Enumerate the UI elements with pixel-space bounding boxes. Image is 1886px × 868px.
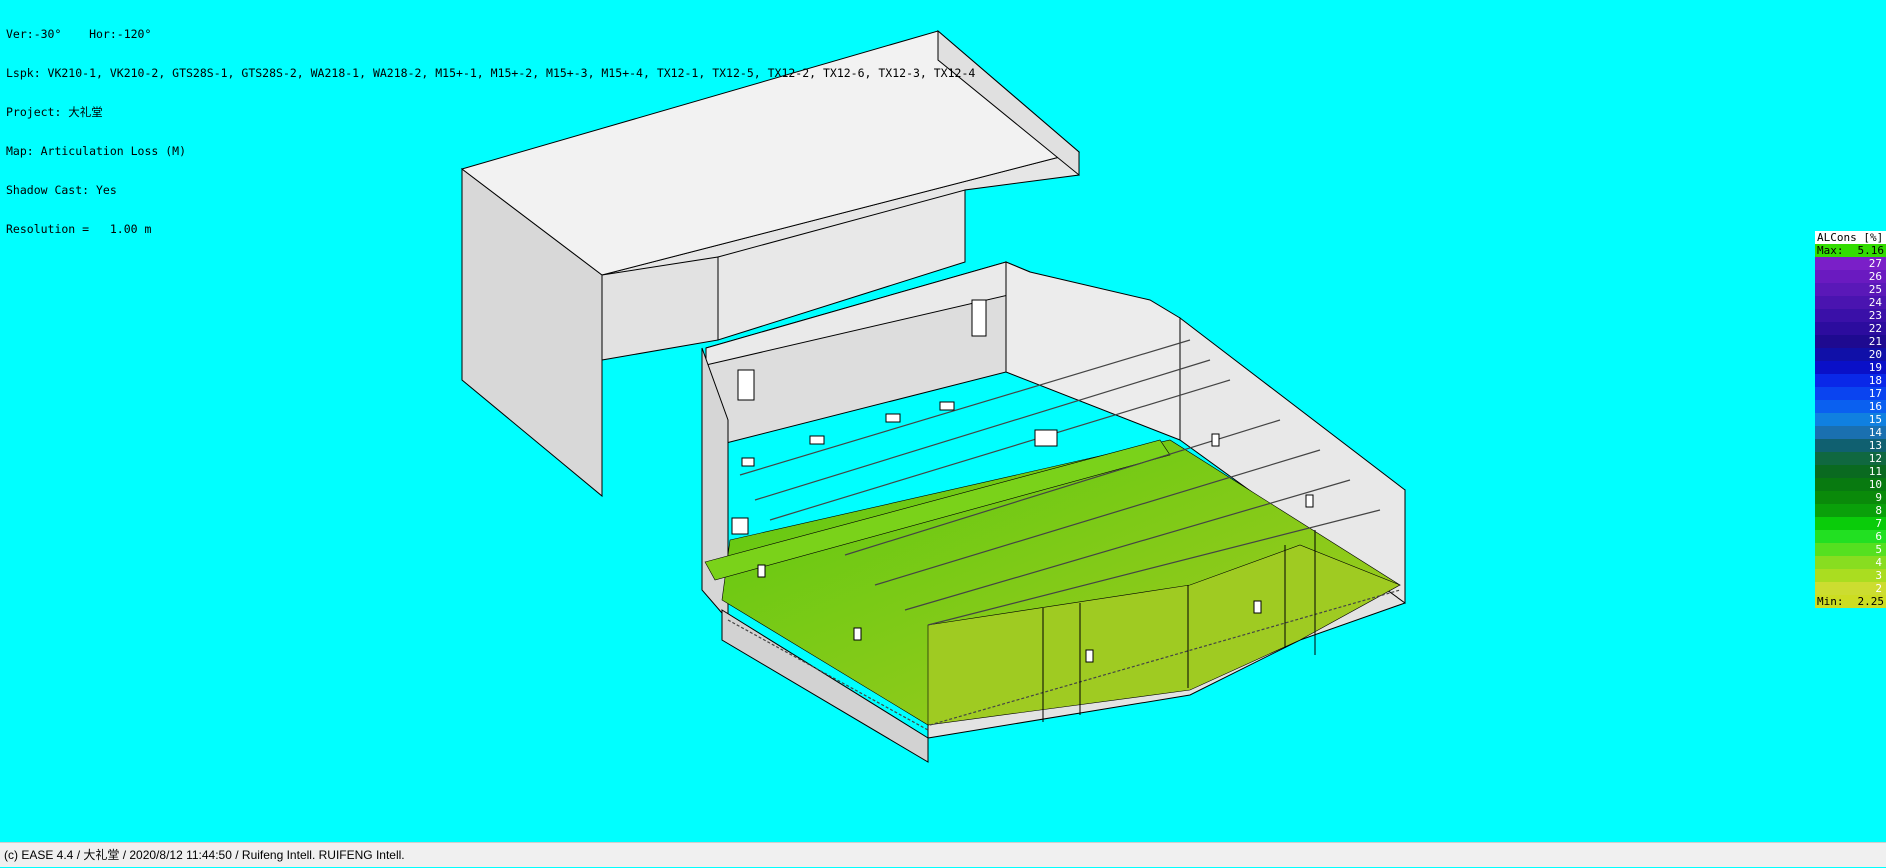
legend-scale-row: 12 xyxy=(1815,452,1886,465)
legend-scale-row: 19 xyxy=(1815,361,1886,374)
legend-scale-row: 13 xyxy=(1815,439,1886,452)
legend-scale-row: 25 xyxy=(1815,283,1886,296)
legend-scale-row: 17 xyxy=(1815,387,1886,400)
loudspeaker-icon[interactable] xyxy=(731,517,749,535)
loudspeaker-icon[interactable] xyxy=(1211,433,1220,447)
status-text: (c) EASE 4.4 / 大礼堂 / 2020/8/12 11:44:50 … xyxy=(4,848,405,862)
legend-scale-row: 11 xyxy=(1815,465,1886,478)
loudspeaker-icon[interactable] xyxy=(939,401,955,411)
loudspeaker-icon[interactable] xyxy=(1034,429,1058,447)
legend-max-label: Max: xyxy=(1817,244,1844,257)
legend-scale: 27 26 25 24 23 22 21 20 19 18 17 16 15 14 13 12 11 10 9 8 7 6… xyxy=(1815,257,1886,595)
resolution: Resolution = 1.00 m xyxy=(6,222,152,236)
map-type: Map: Articulation Loss (M) xyxy=(6,144,187,158)
legend-scale-row: 22 xyxy=(1815,322,1886,335)
legend-scale-row: 6 xyxy=(1815,530,1886,543)
loudspeaker-icon[interactable] xyxy=(741,457,755,467)
loudspeaker-icon[interactable] xyxy=(737,369,755,401)
loudspeaker-icon[interactable] xyxy=(1253,600,1262,614)
loudspeaker-icon[interactable] xyxy=(885,413,901,423)
legend-scale-row: 3 xyxy=(1815,569,1886,582)
legend-scale-row: 4 xyxy=(1815,556,1886,569)
color-scale-legend: ALCons [%] Max: 5.16 27 26 25 24 23 22 21 20 19 1… xyxy=(1815,231,1886,608)
view-angles: Ver:-30° Hor:-120° xyxy=(6,27,152,41)
loudspeaker-list: Lspk: VK210-1, VK210-2, GTS28S-1, GTS28S… xyxy=(6,66,976,80)
project-name: Project: 大礼堂 xyxy=(6,105,103,119)
legend-min-value: 2.25 xyxy=(1857,595,1885,608)
legend-scale-row: 5 xyxy=(1815,543,1886,556)
legend-scale-row: 24 xyxy=(1815,296,1886,309)
legend-scale-row: 7 xyxy=(1815,517,1886,530)
legend-title: ALCons [%] xyxy=(1815,231,1886,244)
legend-scale-row: 15 xyxy=(1815,413,1886,426)
legend-scale-row: 9 xyxy=(1815,491,1886,504)
loudspeaker-icon[interactable] xyxy=(853,627,862,641)
loudspeaker-icon[interactable] xyxy=(809,435,825,445)
loudspeaker-icon[interactable] xyxy=(1085,649,1094,663)
legend-max: Max: 5.16 xyxy=(1815,244,1886,257)
loudspeaker-icon[interactable] xyxy=(1305,494,1314,508)
legend-scale-row: 16 xyxy=(1815,400,1886,413)
legend-min: Min: 2.25 xyxy=(1815,595,1886,608)
legend-scale-row: 2 xyxy=(1815,582,1886,595)
legend-scale-row: 8 xyxy=(1815,504,1886,517)
legend-scale-row: 10 xyxy=(1815,478,1886,491)
status-bar: (c) EASE 4.4 / 大礼堂 / 2020/8/12 11:44:50 … xyxy=(0,842,1886,867)
legend-min-label: Min: xyxy=(1817,595,1844,608)
legend-max-value: 5.16 xyxy=(1857,244,1885,257)
loudspeaker-icon[interactable] xyxy=(971,299,987,337)
legend-scale-row: 21 xyxy=(1815,335,1886,348)
legend-scale-row: 23 xyxy=(1815,309,1886,322)
legend-scale-row: 20 xyxy=(1815,348,1886,361)
loudspeaker-icon[interactable] xyxy=(757,564,766,578)
legend-scale-row: 26 xyxy=(1815,270,1886,283)
legend-scale-row: 14 xyxy=(1815,426,1886,439)
view-info-panel: Ver:-30° Hor:-120° Lspk: VK210-1, VK210-… xyxy=(6,2,975,262)
viewport-3d[interactable]: Ver:-30° Hor:-120° Lspk: VK210-1, VK210-… xyxy=(0,0,1886,842)
shadow-cast: Shadow Cast: Yes xyxy=(6,183,117,197)
legend-scale-row: 18 xyxy=(1815,374,1886,387)
proscenium-left xyxy=(601,256,719,361)
legend-scale-row: 27 xyxy=(1815,257,1886,270)
